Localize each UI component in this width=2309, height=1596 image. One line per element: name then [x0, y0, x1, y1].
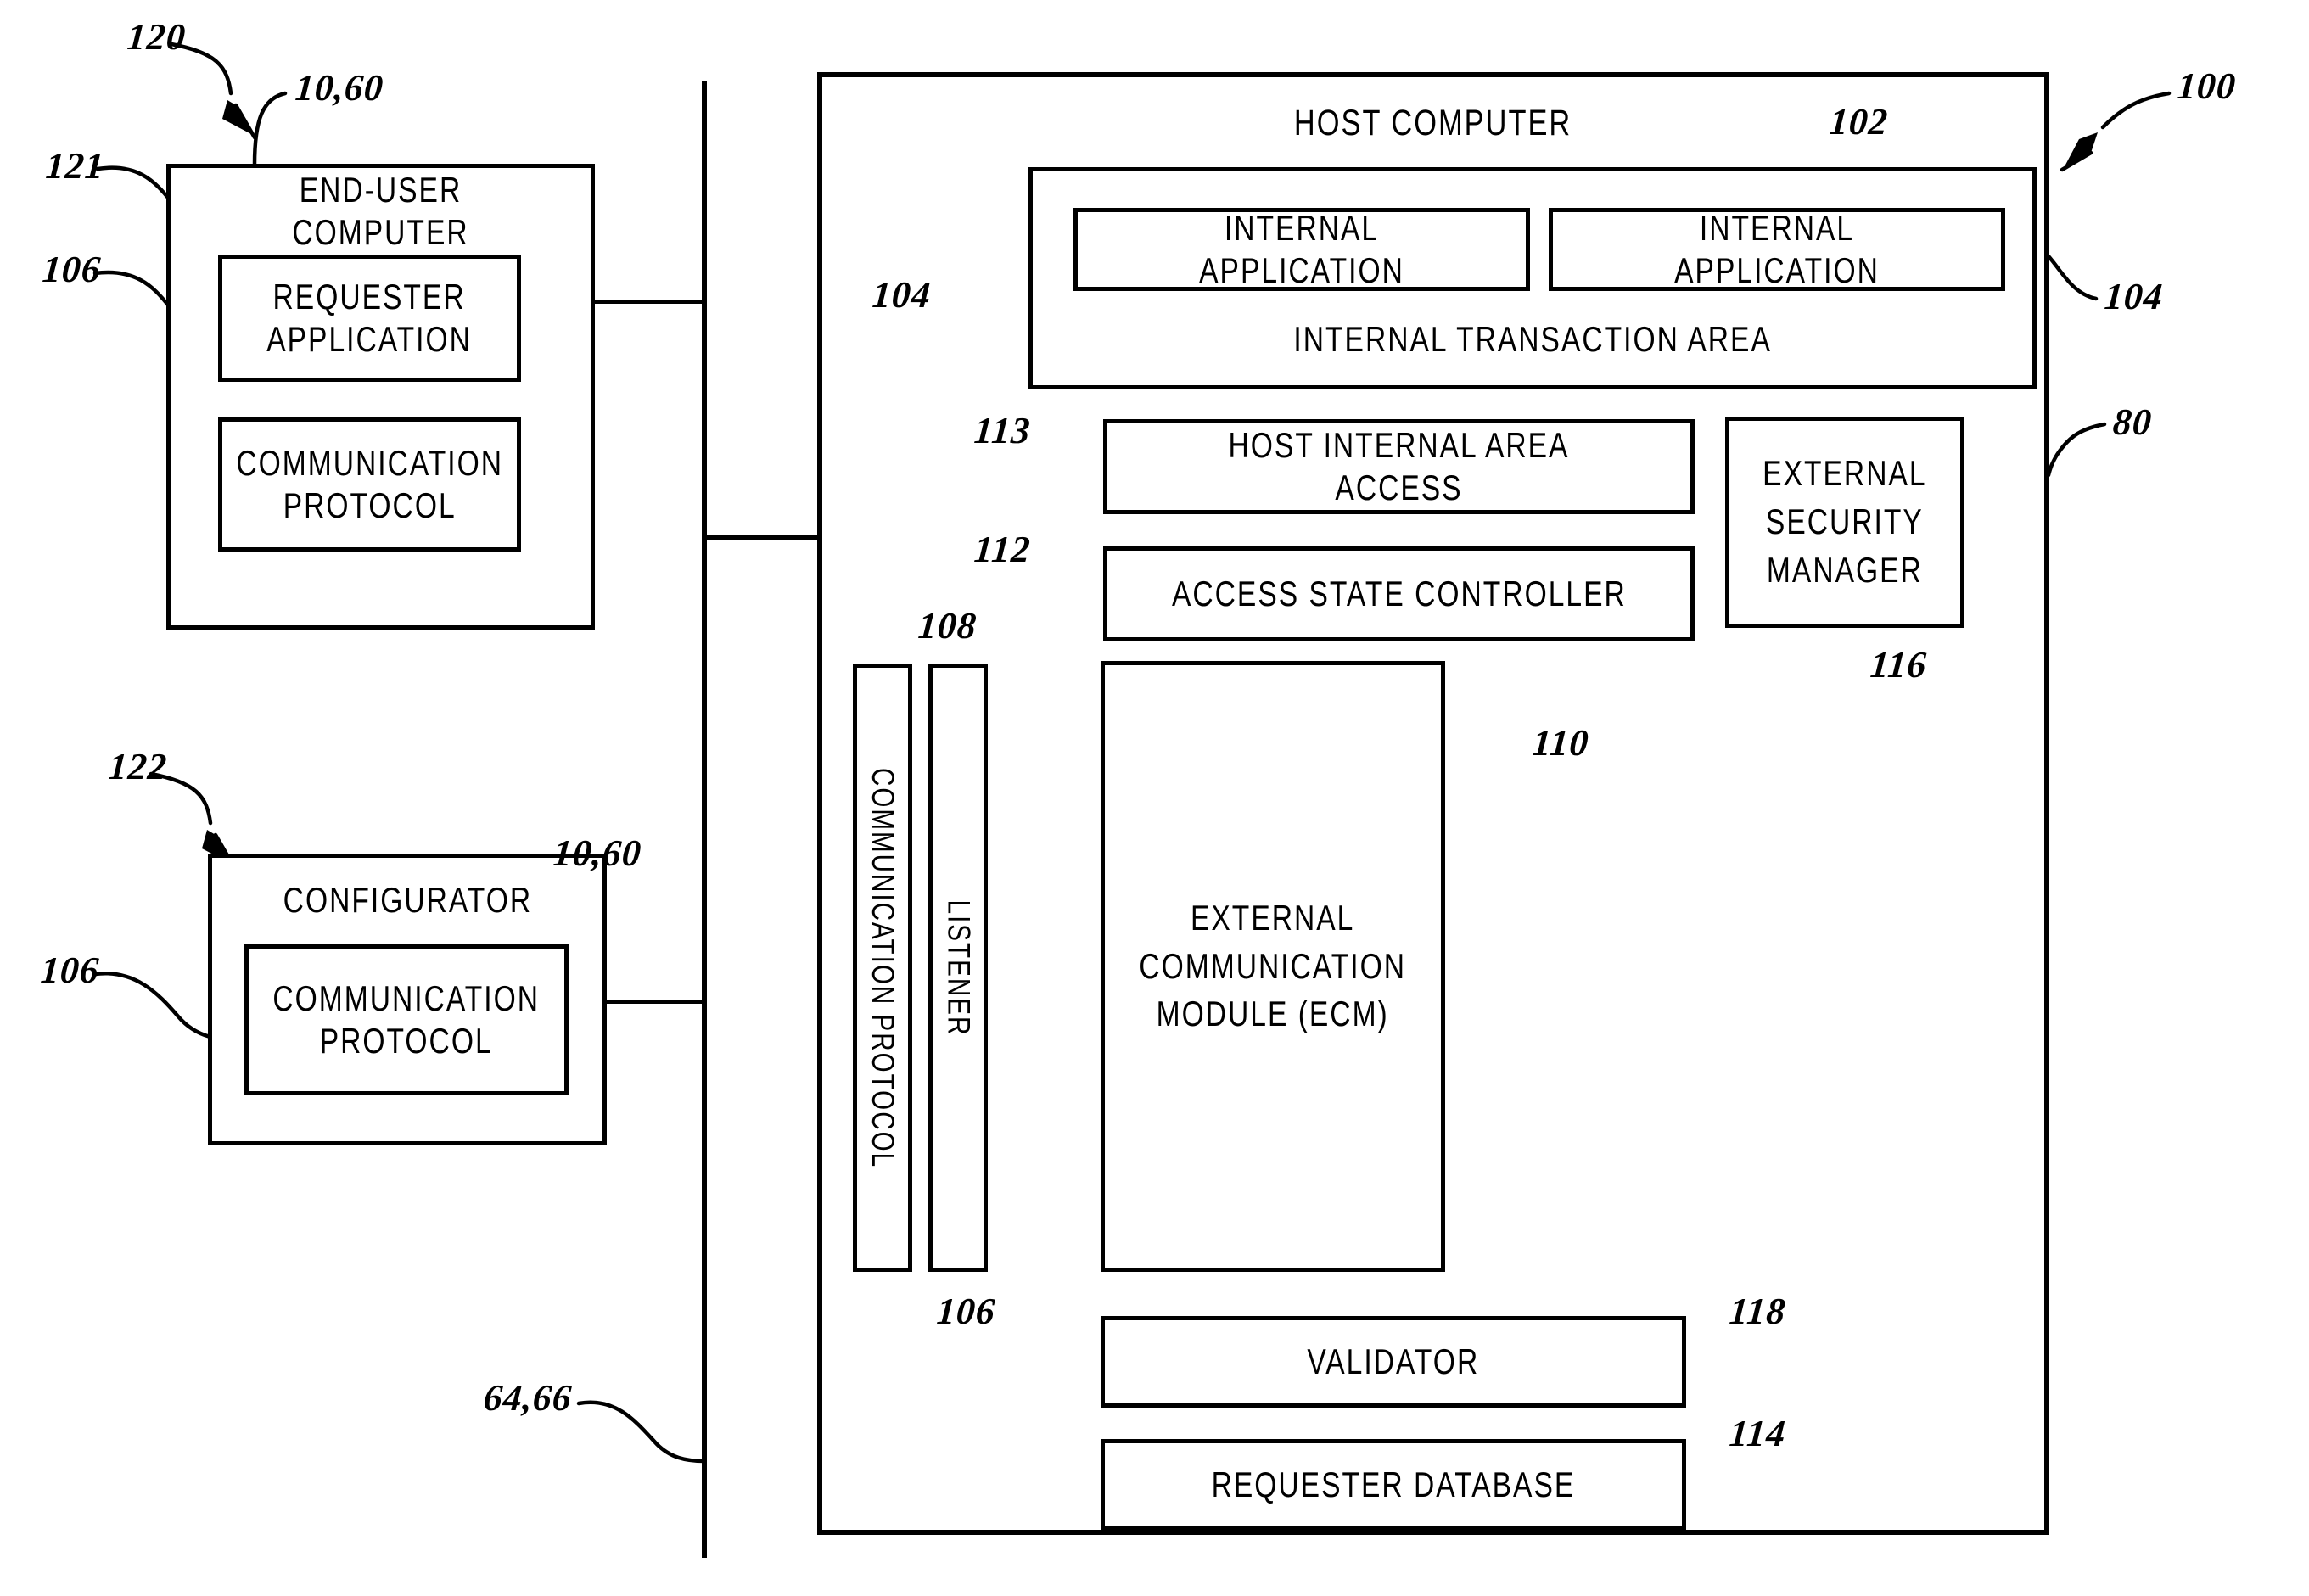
external-communication-module-label: EXTERNAL COMMUNICATION MODULE (ECM) — [1139, 897, 1407, 1034]
ref-102: 102 — [1828, 101, 1890, 143]
ref-6466: 64,66 — [482, 1377, 574, 1419]
ref-121: 121 — [44, 145, 106, 187]
ref-113: 113 — [972, 410, 1033, 451]
ref-116: 116 — [1869, 644, 1929, 686]
ref-1060-enduser: 10,60 — [294, 67, 385, 109]
requester-database-label: REQUESTER DATABASE — [1211, 1464, 1576, 1504]
end-user-communication-protocol-label: COMMUNICATION PROTOCOL — [236, 442, 503, 525]
ref-104-left: 104 — [871, 274, 933, 316]
ref-122: 122 — [107, 746, 169, 787]
ref-1060-configurator: 10,60 — [552, 832, 643, 874]
configurator-label: CONFIGURATOR — [283, 879, 532, 920]
access-state-controller-label: ACCESS STATE CONTROLLER — [1171, 573, 1627, 613]
ref-106-configurator: 106 — [39, 949, 101, 991]
host-internal-area-access-label: HOST INTERNAL AREA ACCESS — [1228, 424, 1570, 507]
internal-application-left-label: INTERNAL APPLICATION — [1199, 207, 1404, 290]
ref-106-enduser: 106 — [41, 249, 103, 290]
ref-114: 114 — [1728, 1413, 1788, 1454]
external-security-manager-label: EXTERNAL SECURITY MANAGER — [1763, 453, 1927, 590]
patent-figure: END-USER COMPUTER REQUESTER APPLICATION … — [0, 0, 2309, 1596]
connector-configurator-to-bus — [604, 1000, 706, 1004]
internal-transaction-area-label: INTERNAL TRANSACTION AREA — [1293, 318, 1772, 359]
ref-106-host: 106 — [935, 1291, 997, 1332]
ref-112: 112 — [972, 529, 1033, 570]
ref-80: 80 — [2111, 401, 2154, 443]
listener-label: LISTENER — [941, 899, 976, 1036]
ref-100: 100 — [2176, 65, 2238, 107]
ref-104-right: 104 — [2103, 276, 2165, 317]
validator-label: VALIDATOR — [1307, 1341, 1480, 1381]
ref-118: 118 — [1728, 1291, 1788, 1332]
configurator-communication-protocol-label: COMMUNICATION PROTOCOL — [272, 977, 541, 1061]
connector-enduser-to-bus — [592, 300, 706, 304]
ref-108: 108 — [916, 605, 978, 647]
requester-application-label: REQUESTER APPLICATION — [266, 276, 473, 359]
ref-110: 110 — [1531, 722, 1591, 764]
host-communication-protocol-label: COMMUNICATION PROTOCOL — [866, 767, 900, 1168]
connector-bus-to-host — [702, 535, 822, 540]
ref-120: 120 — [126, 16, 188, 58]
end-user-computer-label: END-USER COMPUTER — [292, 169, 469, 252]
internal-application-right-label: INTERNAL APPLICATION — [1674, 207, 1880, 290]
